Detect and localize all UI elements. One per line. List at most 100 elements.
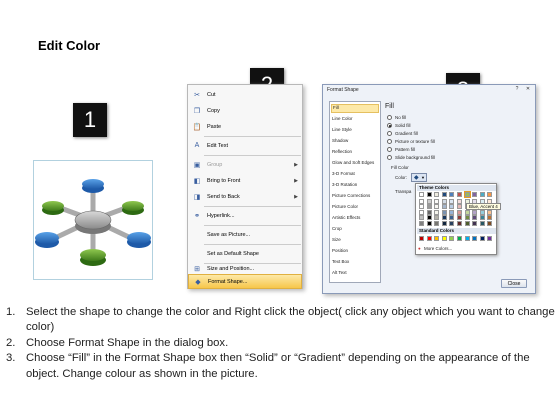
theme-color-swatch[interactable] [472,192,478,197]
standard-color-swatch[interactable] [434,236,440,241]
theme-color-swatch[interactable] [441,221,447,226]
theme-color-swatch[interactable] [487,221,493,226]
standard-color-swatch[interactable] [472,236,478,241]
theme-color-swatch[interactable] [457,192,462,197]
theme-color-swatch[interactable] [449,209,455,215]
standard-color-swatch[interactable] [419,236,424,241]
theme-color-swatch[interactable] [434,204,440,210]
theme-color-swatch[interactable] [457,198,462,204]
theme-color-swatch[interactable] [464,209,470,215]
theme-color-swatch[interactable] [434,215,440,221]
theme-color-swatch[interactable] [472,215,478,221]
theme-color-swatch[interactable] [434,209,440,215]
theme-color-swatch[interactable] [441,198,447,204]
category-artistic-effects[interactable]: Artistic Effects [332,215,360,220]
theme-color-swatch[interactable] [426,215,432,221]
top-blue-disc[interactable] [82,179,104,189]
category-crop[interactable]: Crop [332,226,342,231]
category-line-color[interactable]: Line Color [332,116,353,121]
theme-color-swatch[interactable] [449,198,455,204]
category-glow[interactable]: Glow and Soft Edges [332,160,374,165]
theme-color-swatch[interactable] [487,209,493,215]
menu-item-group[interactable]: ▣ Group ▶ [188,157,302,172]
menu-item-set-default-shape[interactable]: Set as Default Shape [188,246,302,261]
right-blue-disc[interactable] [127,232,151,244]
theme-color-swatch[interactable] [441,204,447,210]
theme-color-swatch[interactable] [463,191,471,198]
radio-picture-fill[interactable] [387,139,392,144]
bottom-green-disc[interactable] [80,249,106,261]
theme-color-swatch[interactable] [419,198,424,204]
menu-item-send-to-back[interactable]: ◨ Send to Back ▶ [188,189,302,204]
theme-color-swatch[interactable] [457,204,462,210]
more-colors-link[interactable]: More Colors... [424,246,452,251]
radio-slide-background-fill[interactable] [387,155,392,160]
radio-pattern-fill[interactable] [387,147,392,152]
category-text-box[interactable]: Text Box [332,259,349,264]
category-picture-corrections[interactable]: Picture Corrections [332,193,370,198]
left-blue-disc[interactable] [35,232,59,244]
theme-color-swatch[interactable] [449,192,455,197]
theme-color-swatch[interactable] [457,221,462,226]
theme-color-swatch[interactable] [472,209,478,215]
theme-color-swatch[interactable] [419,209,424,215]
theme-color-swatch[interactable] [419,204,424,210]
theme-color-swatch[interactable] [487,192,493,197]
menu-item-bring-to-front[interactable]: ◧ Bring to Front ▶ [188,173,302,188]
theme-color-swatch[interactable] [441,209,447,215]
theme-color-swatch[interactable] [419,221,424,226]
category-reflection[interactable]: Reflection [332,149,352,154]
center-hub[interactable] [74,210,112,230]
standard-color-swatch[interactable] [479,236,485,241]
theme-color-swatch[interactable] [457,215,462,221]
standard-color-swatch[interactable] [487,236,493,241]
theme-color-swatch[interactable] [426,209,432,215]
help-button[interactable]: ? [513,86,521,92]
menu-item-hyperlink[interactable]: ⚭ Hyperlink... [188,208,302,223]
menu-item-paste[interactable]: 📋 Paste [188,119,302,134]
theme-color-swatch[interactable] [457,209,462,215]
standard-color-swatch[interactable] [426,236,432,241]
category-fill[interactable]: Fill [331,104,379,113]
theme-color-swatch[interactable] [426,198,432,204]
theme-color-swatch[interactable] [434,221,440,226]
category-3d-format[interactable]: 3-D Format [332,171,355,176]
menu-item-format-shape[interactable]: ◆ Format Shape... [188,274,302,289]
category-line-style[interactable]: Line Style [332,127,352,132]
radio-gradient-fill[interactable] [387,131,392,136]
theme-color-swatch[interactable] [479,209,485,215]
menu-item-edit-text[interactable]: A Edit Text [188,138,302,153]
theme-color-swatch[interactable] [449,221,455,226]
theme-color-swatch[interactable] [419,192,424,197]
right-green-disc[interactable] [122,201,144,211]
menu-item-copy[interactable]: ❐ Copy [188,103,302,118]
menu-item-cut[interactable]: ✂ Cut [188,87,302,102]
left-green-disc[interactable] [42,201,64,211]
standard-color-swatch[interactable] [457,236,462,241]
category-size[interactable]: Size [332,237,341,242]
theme-color-swatch[interactable] [434,192,440,197]
theme-color-swatch[interactable] [426,192,432,197]
theme-color-swatch[interactable] [441,215,447,221]
category-position[interactable]: Position [332,248,348,253]
shape-diagram[interactable] [33,154,153,280]
theme-color-swatch[interactable] [426,204,432,210]
radio-no-fill[interactable] [387,115,392,120]
theme-color-swatch[interactable] [479,215,485,221]
category-3d-rotation[interactable]: 3-D Rotation [332,182,357,187]
theme-color-swatch[interactable] [472,221,478,226]
radio-solid-fill[interactable] [387,123,392,128]
close-button[interactable]: Close [501,279,527,288]
theme-color-swatch[interactable] [449,204,455,210]
theme-color-swatch[interactable] [441,192,447,197]
close-icon[interactable]: ✕ [524,86,532,92]
theme-color-swatch[interactable] [487,215,493,221]
standard-color-swatch[interactable] [464,236,470,241]
menu-item-save-as-picture[interactable]: Save as Picture... [188,227,302,242]
theme-color-swatch[interactable] [434,198,440,204]
theme-color-swatch[interactable] [479,221,485,226]
category-picture-color[interactable]: Picture Color [332,204,358,209]
theme-color-swatch[interactable] [479,192,485,197]
category-alt-text[interactable]: Alt Text [332,270,347,275]
theme-color-swatch[interactable] [426,221,432,226]
